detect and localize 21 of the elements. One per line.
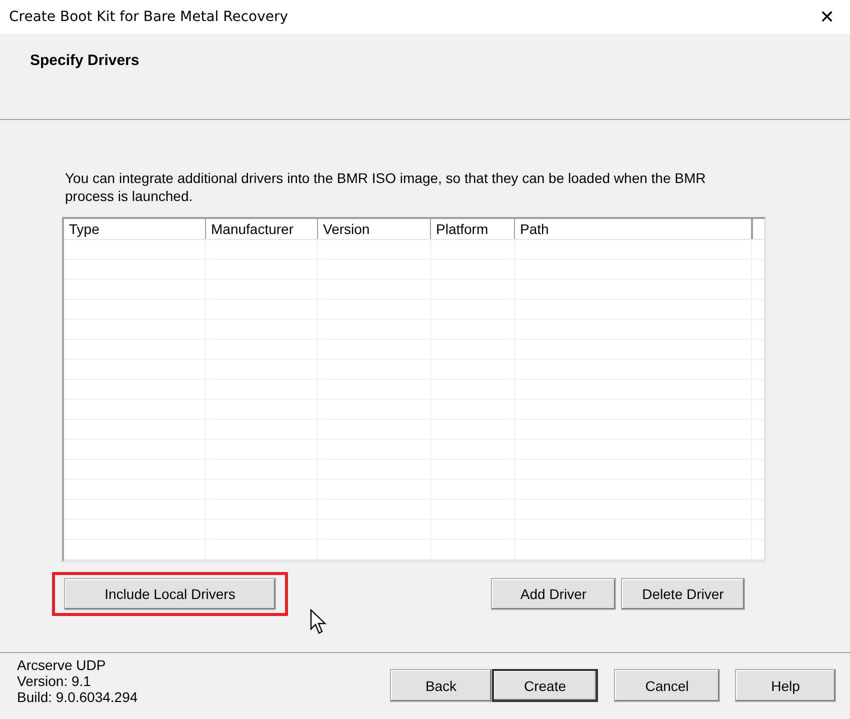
window-title: Create Boot Kit for Bare Metal Recovery (9, 9, 288, 25)
nav-button[interactable]: Create (492, 669, 598, 702)
description-text: You can integrate additional drivers into the BMR ISO image, so that they can be loaded when the BMR process is launched. (65, 169, 707, 205)
nav-button[interactable]: Back (390, 669, 492, 702)
column-header[interactable]: Platform (431, 219, 515, 239)
product-name: Arcserve UDP (17, 657, 107, 673)
mouse-cursor-icon (310, 609, 328, 635)
column-header[interactable]: Path (515, 219, 752, 239)
action-button[interactable]: Add Driver (491, 578, 616, 610)
page-heading: Specify Drivers (30, 52, 140, 69)
column-header[interactable]: Type (64, 219, 206, 239)
build-text: Build: 9.0.6034.294 (17, 689, 138, 705)
drivers-table[interactable]: Type Manufacturer Version Platform Path (62, 217, 766, 562)
nav-button[interactable]: Cancel (614, 669, 720, 702)
column-header[interactable]: Version (318, 219, 431, 239)
nav-button[interactable]: Help (735, 669, 836, 702)
version-text: Version: 9.1 (17, 673, 92, 689)
column-header[interactable]: Manufacturer (206, 219, 318, 239)
action-button[interactable]: Delete Driver (621, 578, 745, 610)
close-button[interactable]: ✕ (804, 0, 850, 34)
action-button[interactable]: Include Local Drivers (64, 578, 276, 610)
